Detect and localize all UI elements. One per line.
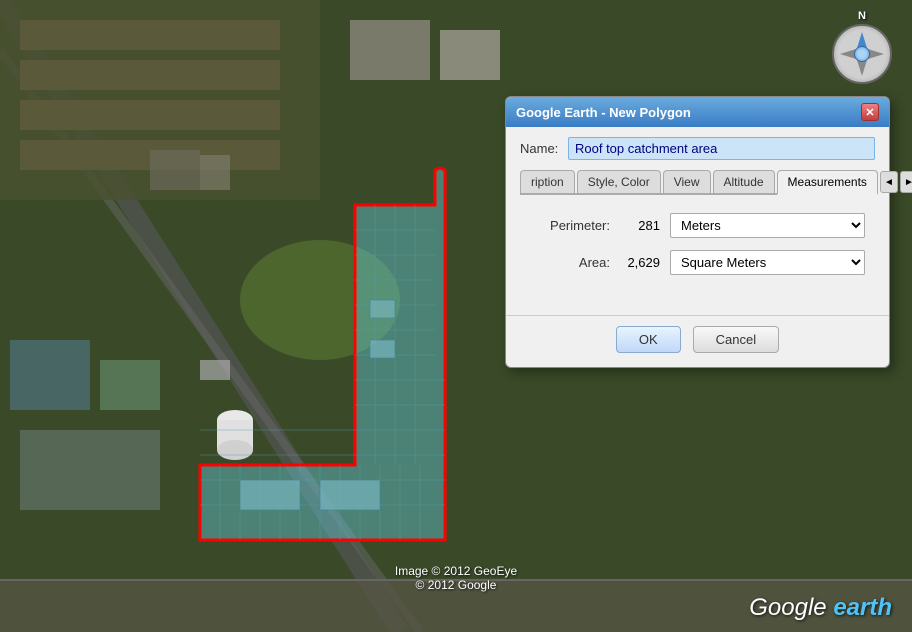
tab-measurements[interactable]: Measurements: [777, 170, 878, 195]
map-watermark: Image © 2012 GeoEye © 2012 Google: [395, 564, 517, 592]
area-row: Area: 2,629 Square Meters Square Feet Ac…: [530, 250, 865, 275]
navigation-control[interactable]: N: [832, 10, 892, 70]
area-label: Area:: [530, 255, 610, 270]
measurements-panel: Perimeter: 281 Meters Feet Kilometers Mi…: [520, 209, 875, 291]
new-polygon-dialog: Google Earth - New Polygon ✕ Name: ripti…: [505, 96, 890, 368]
tab-altitude[interactable]: Altitude: [713, 170, 775, 193]
tabs-row: ription Style, Color View Altitude Measu…: [520, 170, 875, 195]
tab-nav-arrows: ◄ ►: [880, 171, 912, 193]
name-row: Name:: [520, 137, 875, 160]
compass-n-label: N: [832, 10, 892, 22]
name-input[interactable]: [568, 137, 875, 160]
perimeter-unit-select[interactable]: Meters Feet Kilometers Miles: [670, 213, 865, 238]
watermark-line1: Image © 2012 GeoEye: [395, 564, 517, 578]
earth-text: earth: [833, 594, 892, 621]
tab-prev-button[interactable]: ◄: [880, 171, 898, 193]
perimeter-value: 281: [620, 218, 660, 233]
compass-center[interactable]: [854, 46, 870, 62]
name-label: Name:: [520, 141, 560, 156]
dialog-title: Google Earth - New Polygon: [516, 105, 691, 120]
google-earth-logo: Google earth: [749, 594, 892, 622]
perimeter-label: Perimeter:: [530, 218, 610, 233]
area-value: 2,629: [620, 255, 660, 270]
dialog-titlebar: Google Earth - New Polygon ✕: [506, 97, 889, 127]
ok-button[interactable]: OK: [616, 326, 681, 353]
watermark-line2: © 2012 Google: [395, 578, 517, 592]
dialog-close-button[interactable]: ✕: [861, 103, 879, 121]
cancel-button[interactable]: Cancel: [693, 326, 779, 353]
tab-view[interactable]: View: [663, 170, 711, 193]
dialog-body: Name: ription Style, Color View Altitude…: [506, 127, 889, 305]
tab-next-button[interactable]: ►: [900, 171, 912, 193]
dialog-footer: OK Cancel: [506, 315, 889, 367]
tab-style-color[interactable]: Style, Color: [577, 170, 661, 193]
perimeter-row: Perimeter: 281 Meters Feet Kilometers Mi…: [530, 213, 865, 238]
area-unit-select[interactable]: Square Meters Square Feet Acres Hectares…: [670, 250, 865, 275]
tab-description[interactable]: ription: [520, 170, 575, 193]
compass-ring[interactable]: [832, 24, 892, 84]
